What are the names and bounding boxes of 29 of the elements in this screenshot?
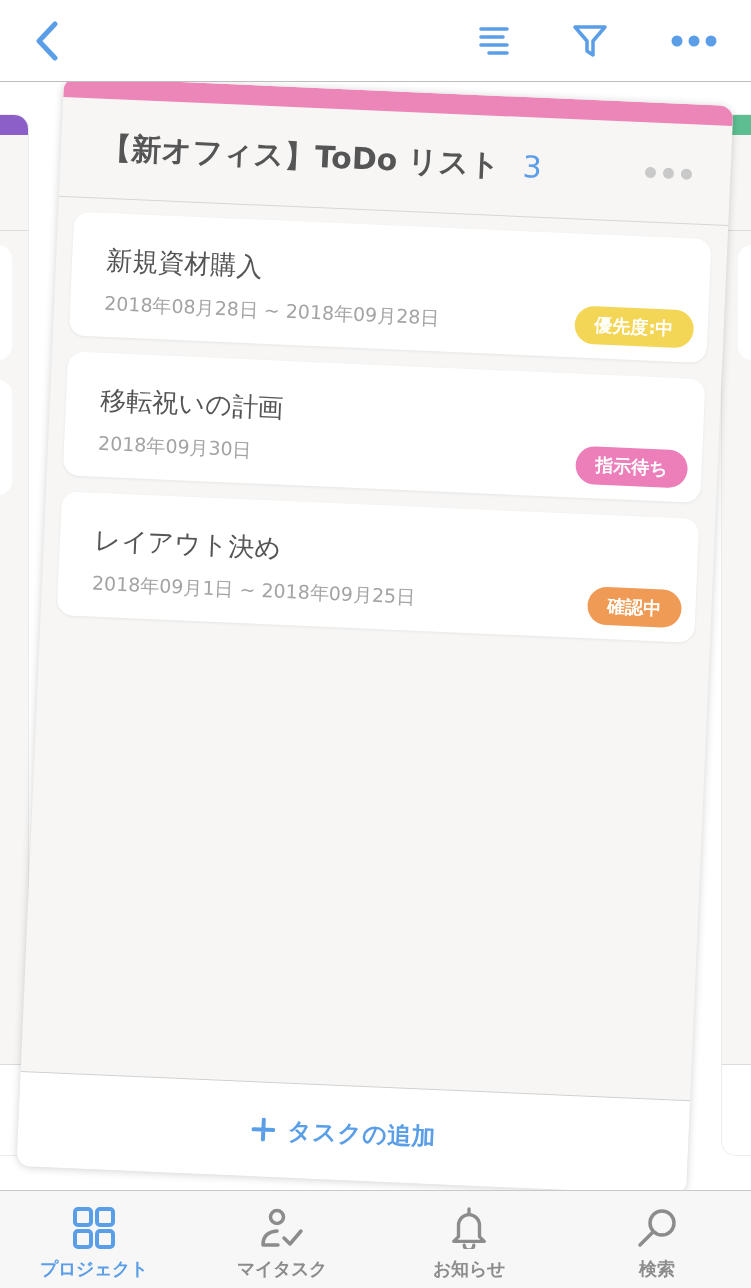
task-title: 新規資材購入 [105, 243, 263, 284]
add-task-button[interactable]: タスクの追加 [244, 1108, 443, 1158]
task-tag: 優先度:中 [573, 305, 695, 349]
task-tag: 確認中 [586, 586, 683, 629]
grid-icon [72, 1207, 115, 1249]
list-card[interactable]: 【新オフィス】ToDo リスト 3 新規資材購入 2018年08月28日 ~ 2018年09月28日 優先度:中 移転祝いの計画 2018年09月30日 指示待ち レイアウト決め 2018年09月1日 ~ 2018年09月25日 確認中 タスクの追加 [16, 82, 734, 1190]
task-count: 3 [521, 149, 543, 185]
task-title: レイアウト決め [93, 523, 283, 565]
list-icon[interactable] [479, 25, 509, 56]
tab-item[interactable]: お知らせ [375, 1191, 564, 1288]
search-icon [637, 1207, 678, 1249]
more-icon[interactable] [671, 34, 717, 47]
list-title: 【新オフィス】ToDo リスト [100, 128, 502, 184]
person-check-icon [259, 1207, 304, 1249]
task-date: 2018年09月1日 ~ 2018年09月25日 [91, 570, 416, 610]
tab-item[interactable]: 検索 [563, 1191, 751, 1288]
task-card[interactable]: 移転祝いの計画 2018年09月30日 指示待ち [62, 351, 706, 504]
task-date: 2018年09月30日 [97, 430, 253, 463]
task-title: 移転祝いの計画 [99, 383, 285, 425]
tab-item[interactable]: プロジェクト [0, 1191, 188, 1288]
task-card[interactable]: レイアウト決め 2018年09月1日 ~ 2018年09月25日 確認中 [56, 491, 700, 643]
more-icon[interactable] [644, 165, 693, 180]
task-date: 2018年08月28日 ~ 2018年09月28日 [103, 290, 440, 331]
task-card[interactable]: 新規資材購入 2018年08月28日 ~ 2018年09月28日 優先度:中 [68, 211, 712, 364]
tab-item[interactable]: マイタスク [187, 1191, 376, 1288]
filter-icon[interactable] [573, 24, 607, 57]
back-icon[interactable] [35, 20, 59, 61]
task-tag: 指示待ち [574, 445, 689, 489]
plus-icon [250, 1117, 276, 1143]
